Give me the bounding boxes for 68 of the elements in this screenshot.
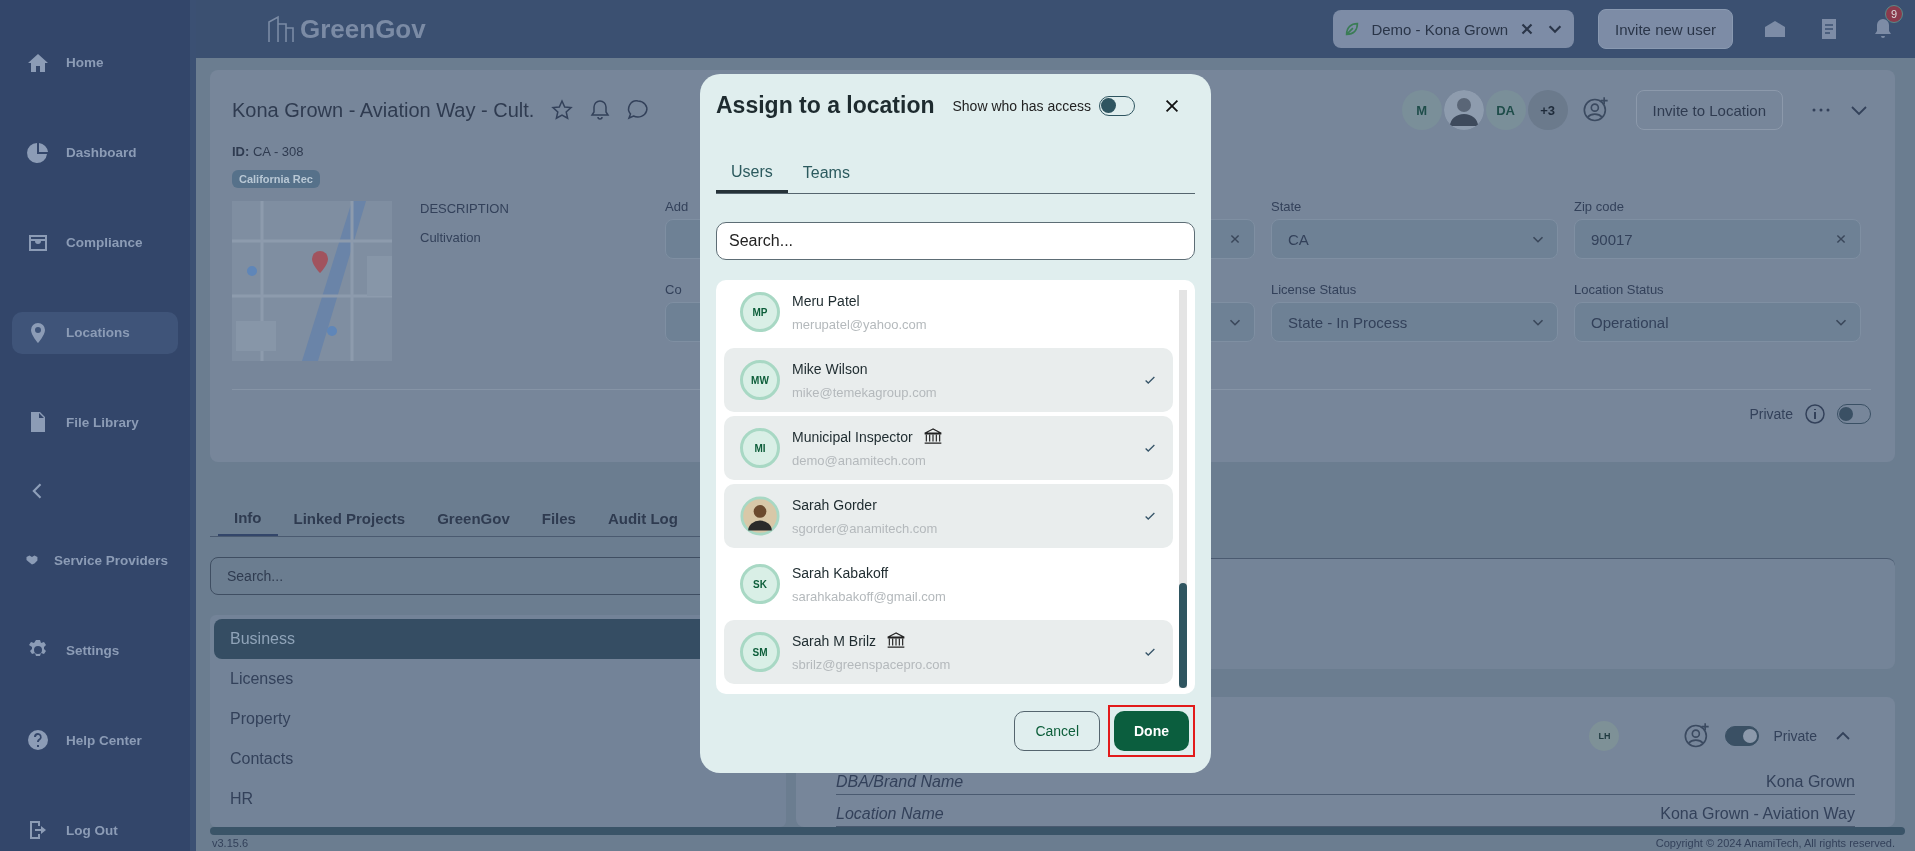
user-name: Sarah Kabakoff — [792, 564, 889, 581]
field-label: State — [1271, 199, 1303, 215]
sidebar-item[interactable]: Service Providers — [12, 539, 178, 582]
tab[interactable]: Teams — [787, 153, 865, 193]
input-field[interactable]: State - In Process — [1271, 302, 1558, 342]
field-label: Co — [665, 282, 683, 298]
user-avatar[interactable]: M — [1401, 90, 1442, 130]
user-email: merupatel@yahoo.com — [792, 316, 928, 332]
notification-badge: 9 — [1884, 5, 1903, 23]
copyright-text: Copyright © 2024 AnamiTech, All rights reserved. — [1655, 837, 1895, 849]
sidebar-item[interactable]: Settings — [12, 629, 178, 672]
field-label: Location Status — [1574, 282, 1665, 298]
private-label: Private — [1773, 728, 1817, 744]
tab[interactable]: GreenGov — [421, 500, 526, 536]
sidebar-item[interactable]: Compliance — [12, 221, 178, 264]
description-label: DESCRIPTION — [420, 201, 510, 216]
organization-select[interactable]: Demo - Kona Grown — [1333, 10, 1575, 48]
input-field[interactable]: CA — [1271, 219, 1558, 259]
field-label: Zip code — [1574, 199, 1625, 215]
user-name: Mike Wilson — [792, 360, 868, 377]
user-name: Sarah Gorder — [792, 496, 877, 513]
app-logo: GreenGov — [300, 13, 426, 45]
version-text: v3.15.6 — [212, 837, 249, 849]
field-value: Kona Grown — [1766, 773, 1855, 791]
user-avatar: MP — [740, 292, 780, 332]
cancel-button[interactable]: Cancel — [1014, 711, 1100, 751]
user-avatar[interactable]: DA — [1485, 90, 1526, 130]
user-name: Sarah M Brilz — [792, 632, 877, 649]
field-label: Location Name — [836, 805, 944, 823]
license-tag: California Rec — [232, 170, 320, 188]
user-row[interactable]: MP Meru Patel merupatel@yahoo.com — [724, 280, 1173, 344]
done-button[interactable]: Done — [1114, 711, 1189, 751]
show-access-label: Show who has access — [952, 97, 1091, 114]
sidebar-item[interactable]: Locations — [12, 311, 178, 354]
tab[interactable]: Files — [525, 500, 592, 536]
input-field[interactable]: Operational — [1574, 302, 1861, 342]
user-avatar: MW — [740, 360, 780, 400]
field-label: DBA/Brand Name — [836, 773, 964, 791]
sidebar-item[interactable]: Dashboard — [12, 131, 178, 174]
location-title: Kona Grown - Aviation Way - Cult. — [232, 98, 535, 122]
invite-user-button[interactable]: Invite new user — [1598, 9, 1733, 49]
field-value: Kona Grown - Aviation Way — [1660, 805, 1855, 823]
user-avatar[interactable]: LH — [1589, 721, 1620, 751]
dialog-title: Assign to a location — [716, 92, 935, 119]
sidebar-item[interactable]: Help Center — [12, 719, 178, 762]
user-name: Municipal Inspector — [792, 428, 913, 445]
tab[interactable]: Linked Projects — [277, 500, 422, 536]
private-label: Private — [1749, 406, 1793, 422]
user-email: sarahkabakoff@gmail.com — [792, 588, 947, 604]
sidebar-item[interactable]: File Library — [12, 401, 178, 444]
user-avatar: SK — [740, 564, 780, 604]
tab[interactable]: Users — [716, 153, 788, 193]
search-field[interactable]: Search... — [716, 222, 1195, 260]
sidebar-item[interactable]: Log Out — [12, 809, 178, 851]
invite-to-location-button[interactable]: Invite to Location — [1635, 90, 1783, 130]
location-id: ID: CA - 308 — [232, 144, 305, 159]
tab[interactable]: Audit Log — [591, 500, 694, 536]
description-text: Cultivation — [420, 230, 482, 245]
input-field[interactable]: 90017 — [1574, 219, 1861, 259]
user-name: Meru Patel — [792, 292, 860, 309]
tab[interactable]: Info — [218, 500, 278, 536]
field-label: License Status — [1271, 282, 1358, 298]
more-users-count[interactable]: +3 — [1527, 90, 1568, 130]
section-item[interactable]: HR — [214, 779, 782, 819]
sidebar-item[interactable]: Home — [12, 42, 178, 84]
user-avatar: MI — [740, 428, 780, 468]
field-label: Add — [665, 199, 690, 215]
user-avatar: SM — [740, 632, 780, 672]
